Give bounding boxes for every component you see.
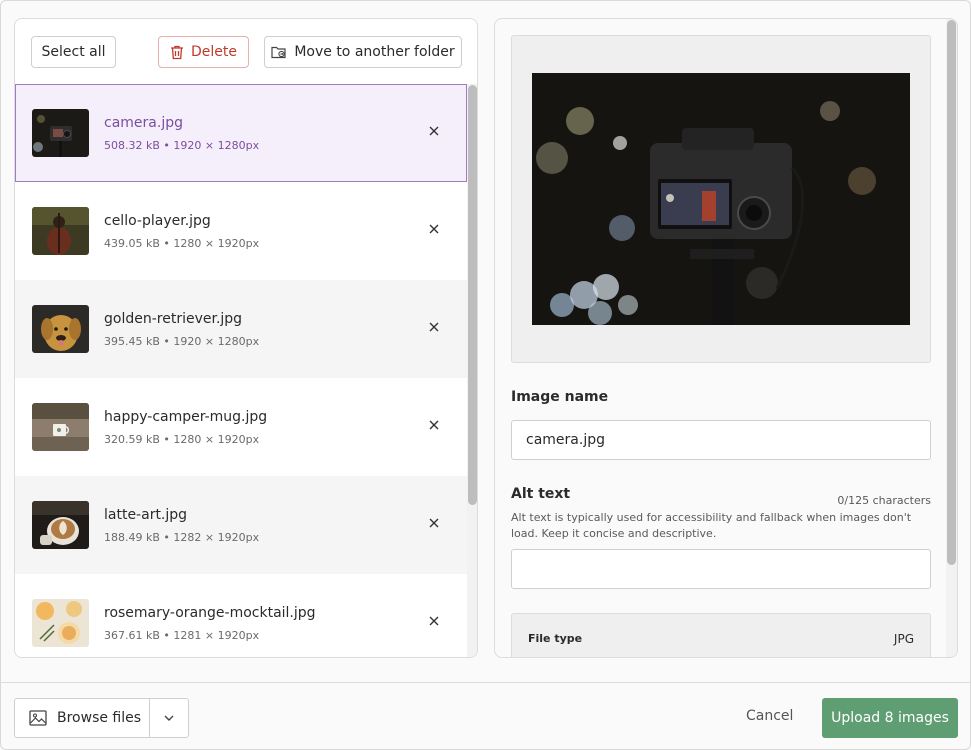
- move-label: Move to another folder: [294, 44, 455, 60]
- file-meta: 508.32 kB • 1920 × 1280px: [104, 139, 260, 152]
- thumbnail-rosemary-orange-mocktail: [32, 599, 89, 647]
- file-toolbar: Select all Delete Move to another folder: [15, 19, 477, 85]
- remove-file-button[interactable]: [425, 416, 443, 434]
- thumbnail-golden-retriever: [32, 305, 89, 353]
- remove-file-button[interactable]: [425, 318, 443, 336]
- cancel-button[interactable]: Cancel: [746, 708, 793, 724]
- thumbnail-cello-player: [32, 207, 89, 255]
- file-list: camera.jpg 508.32 kB • 1920 × 1280px cel…: [15, 84, 467, 657]
- select-all-label: Select all: [41, 44, 106, 60]
- details-scrollbar[interactable]: [947, 20, 956, 565]
- chevron-down-icon: [164, 715, 174, 721]
- file-meta: 395.45 kB • 1920 × 1280px: [104, 335, 260, 348]
- footer-divider: [1, 682, 971, 683]
- select-all-button[interactable]: Select all: [31, 36, 116, 68]
- alt-text-label: Alt text: [511, 486, 571, 502]
- file-meta: 439.05 kB • 1280 × 1920px: [104, 237, 260, 250]
- alt-text-input[interactable]: [511, 549, 931, 589]
- file-row-rosemary-orange-mocktail[interactable]: rosemary-orange-mocktail.jpg 367.61 kB •…: [15, 574, 467, 657]
- thumbnail-latte-art: [32, 501, 89, 549]
- file-name: latte-art.jpg: [104, 507, 188, 523]
- upload-dialog: Select all Delete Move to another folder: [0, 0, 971, 750]
- image-name-input[interactable]: [511, 420, 931, 460]
- file-name: rosemary-orange-mocktail.jpg: [104, 605, 316, 621]
- browse-files-group: Browse files: [14, 698, 189, 738]
- thumbnail-camera: [32, 109, 89, 157]
- image-details-panel: Image name Alt text 0/125 characters Alt…: [494, 18, 958, 658]
- close-icon: [429, 616, 439, 626]
- file-meta: 320.59 kB • 1280 × 1920px: [104, 433, 260, 446]
- close-icon: [429, 322, 439, 332]
- thumbnail-happy-camper-mug: [32, 403, 89, 451]
- remove-file-button[interactable]: [425, 122, 443, 140]
- delete-label: Delete: [191, 44, 237, 60]
- file-list-scrollbar[interactable]: [468, 85, 477, 505]
- file-row-happy-camper-mug[interactable]: happy-camper-mug.jpg 320.59 kB • 1280 × …: [15, 378, 467, 476]
- file-name: cello-player.jpg: [104, 213, 211, 229]
- image-icon: [29, 710, 47, 726]
- file-list-panel: Select all Delete Move to another folder: [14, 18, 478, 658]
- upload-images-button[interactable]: Upload 8 images: [822, 698, 958, 738]
- file-name: camera.jpg: [104, 115, 183, 131]
- file-type-value: JPG: [893, 632, 914, 646]
- close-icon: [429, 224, 439, 234]
- file-row-golden-retriever[interactable]: golden-retriever.jpg 395.45 kB • 1920 × …: [15, 280, 467, 378]
- alt-text-char-count: 0/125 characters: [837, 494, 931, 507]
- close-icon: [429, 420, 439, 430]
- browse-files-button[interactable]: Browse files: [15, 699, 149, 737]
- close-icon: [429, 126, 439, 136]
- move-to-folder-button[interactable]: Move to another folder: [264, 36, 462, 68]
- file-row-camera[interactable]: camera.jpg 508.32 kB • 1920 × 1280px: [15, 84, 467, 182]
- file-name: golden-retriever.jpg: [104, 311, 243, 327]
- file-type-label: File type: [528, 632, 583, 645]
- file-name: happy-camper-mug.jpg: [104, 409, 268, 425]
- browse-files-label: Browse files: [57, 710, 142, 726]
- file-meta: 367.61 kB • 1281 × 1920px: [104, 629, 260, 642]
- preview-image: [532, 73, 910, 325]
- upload-label: Upload 8 images: [831, 710, 949, 726]
- browse-options-button[interactable]: [150, 699, 188, 737]
- trash-icon: [171, 45, 183, 59]
- remove-file-button[interactable]: [425, 514, 443, 532]
- delete-button[interactable]: Delete: [158, 36, 249, 68]
- image-preview: [511, 35, 931, 363]
- alt-text-help: Alt text is typically used for accessibi…: [511, 511, 912, 540]
- close-icon: [429, 518, 439, 528]
- file-row-latte-art[interactable]: latte-art.jpg 188.49 kB • 1282 × 1920px: [15, 476, 467, 574]
- image-name-label: Image name: [511, 389, 609, 405]
- folder-move-icon: [271, 46, 286, 59]
- file-type-row: File type JPG: [511, 613, 931, 657]
- file-meta: 188.49 kB • 1282 × 1920px: [104, 531, 260, 544]
- remove-file-button[interactable]: [425, 612, 443, 630]
- file-row-cello-player[interactable]: cello-player.jpg 439.05 kB • 1280 × 1920…: [15, 182, 467, 280]
- remove-file-button[interactable]: [425, 220, 443, 238]
